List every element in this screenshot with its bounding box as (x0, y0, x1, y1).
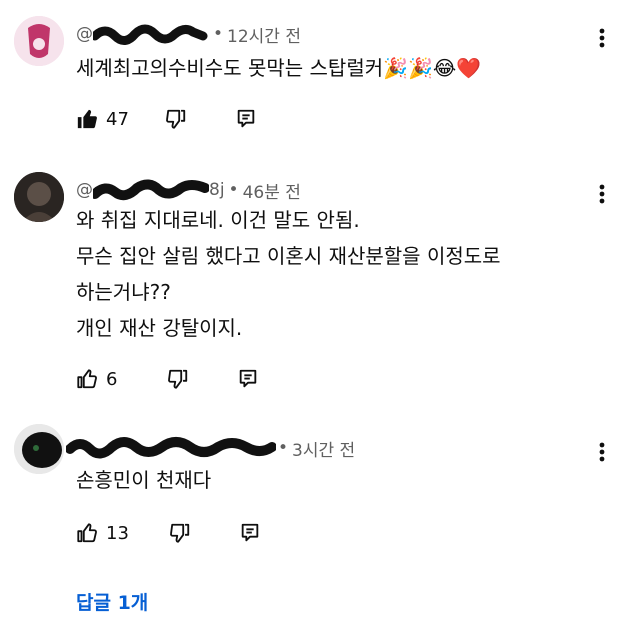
dislike-button[interactable] (165, 104, 187, 134)
dislike-button[interactable] (169, 518, 191, 548)
like-count: 47 (106, 108, 129, 130)
like-button[interactable]: 13 (76, 518, 129, 548)
dislike-button[interactable] (167, 364, 189, 394)
comment-time[interactable]: 3시간 전 (292, 436, 355, 461)
reply-button[interactable] (237, 364, 259, 394)
more-vert-icon[interactable] (592, 180, 612, 208)
thumbs-up-icon (77, 523, 97, 543)
thumbs-down-icon (168, 369, 188, 389)
thumbs-down-icon (165, 109, 186, 129)
comment-time[interactable]: 46분 전 (243, 178, 301, 203)
comment-meta: @ 8j • 46분 전 (76, 176, 301, 204)
view-replies-link[interactable]: 답글 1개 (76, 588, 148, 615)
reply-button[interactable] (239, 518, 261, 548)
redacted-handle (66, 435, 276, 461)
author-handle[interactable]: @ (76, 180, 93, 200)
avatar[interactable] (14, 172, 64, 222)
like-count: 13 (106, 522, 129, 544)
comment-actions: 6 (76, 364, 259, 394)
avatar-image (14, 424, 64, 474)
comment-line: 개인 재산 강탈이지. (76, 316, 243, 340)
comment-time[interactable]: 12시간 전 (227, 22, 301, 47)
comment-line: 와 취집 지대로네. 이건 말도 안됨. (76, 208, 360, 232)
separator-dot: • (278, 438, 289, 458)
comment-text: 손흥민이 천재다 (76, 464, 211, 496)
avatar[interactable] (14, 424, 64, 474)
thumbs-down-icon (169, 523, 190, 543)
avatar-image (14, 16, 64, 66)
comment-text: 와 취집 지대로네. 이건 말도 안됨. 무슨 집안 살림 했다고 이혼시 재산… (76, 202, 501, 346)
redacted-handle (93, 22, 211, 46)
thumbs-up-icon (77, 369, 97, 389)
like-count: 6 (106, 368, 118, 390)
more-vert-icon[interactable] (592, 438, 612, 466)
reply-button[interactable] (235, 104, 257, 134)
comment-actions: 13 (76, 518, 261, 548)
author-handle[interactable]: @ (76, 24, 93, 44)
comment-line: 세계최고의수비수도 못막는 스탑럴커🎉🎉😂❤️ (76, 56, 482, 80)
reply-icon (241, 523, 259, 542)
comment-actions: 47 (76, 104, 257, 134)
more-vert-icon[interactable] (592, 24, 612, 52)
separator-dot: • (213, 24, 224, 44)
reply-icon (237, 109, 255, 128)
comment-line: 하는거냐?? (76, 280, 171, 304)
author-handle-suffix[interactable]: 8j (209, 180, 225, 200)
comment-line: 무슨 집안 살림 했다고 이혼시 재산분할을 이정도로 (76, 244, 501, 268)
separator-dot: • (228, 180, 239, 200)
redacted-handle (93, 178, 209, 202)
avatar-image (14, 172, 64, 222)
avatar[interactable] (14, 16, 64, 66)
like-button[interactable]: 47 (76, 104, 129, 134)
comment-text: 세계최고의수비수도 못막는 스탑럴커🎉🎉😂❤️ (76, 52, 481, 84)
comment-meta: @ • 12시간 전 (76, 20, 301, 48)
like-button[interactable]: 6 (76, 364, 117, 394)
thumbs-up-icon (77, 109, 97, 129)
comment-meta: • 3시간 전 (66, 434, 355, 462)
comment-line: 손흥민이 천재다 (76, 468, 212, 492)
reply-icon (240, 369, 257, 388)
